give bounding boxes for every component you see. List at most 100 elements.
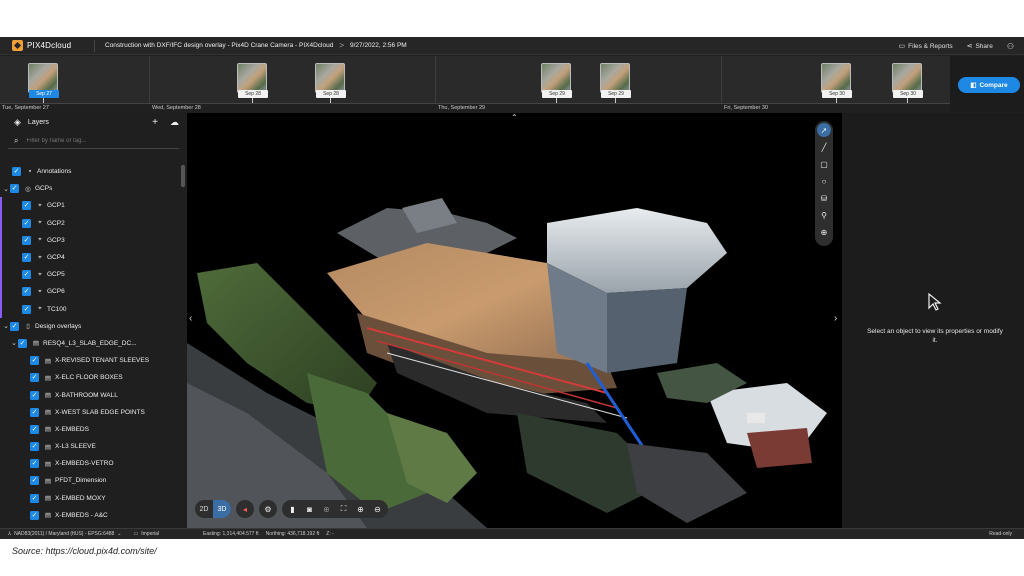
layer-checkbox[interactable]: ✓ xyxy=(30,424,39,434)
volume-tool-icon[interactable]: ⛁ xyxy=(817,191,831,205)
circle-tool-icon[interactable]: ○ xyxy=(817,174,831,188)
layer-filter-input[interactable] xyxy=(26,137,167,144)
line-tool-icon[interactable]: ╱ xyxy=(817,140,831,154)
layer-row-dxf[interactable]: ✓ ▤ X-EMBEDS xyxy=(0,421,180,438)
layer-checkbox[interactable]: ✓ xyxy=(10,321,19,331)
top-actions: ▭ Files & Reports ⋖ Share ⚇ xyxy=(899,37,1014,55)
target-tool-icon[interactable]: ⊕ xyxy=(817,225,831,239)
compass-icon[interactable]: ◂ xyxy=(236,500,254,518)
layer-checkbox[interactable]: ✓ xyxy=(22,235,31,245)
3d-viewer[interactable]: ⌃ ‹ › ➚ ╱ ▢ ○ ⛁ ⚲ ⊕ 2D 3D ◂ ⚙ ▮ ◙ ⊕ ⛶ ⊕ xyxy=(187,113,842,528)
timeline-thumb[interactable]: Sep 29 xyxy=(541,63,572,98)
layer-row-design-overlays[interactable]: ⌄ ✓ ▯ Design overlays xyxy=(0,318,180,335)
chevron-down-icon: ⌄ xyxy=(117,531,122,537)
gcp-point-icon: ⌖ xyxy=(38,219,42,227)
layer-row-dxf[interactable]: ✓ ▤ X-WEST SLAB EDGE POINTS xyxy=(0,404,180,421)
fit-view-icon[interactable]: ⛶ xyxy=(336,504,351,514)
cloud-upload-icon[interactable]: ☁ xyxy=(170,117,179,128)
status-bar: ⅄ NAD83(2011) / Maryland (ftUS) - EPSG:6… xyxy=(0,528,1024,539)
camera-icon[interactable]: ◙ xyxy=(302,505,317,514)
layer-checkbox[interactable]: ✓ xyxy=(22,287,31,297)
bookmark-icon[interactable]: ▮ xyxy=(285,505,300,514)
sidebar-scrollbar[interactable] xyxy=(181,165,185,187)
layer-label: TC100 xyxy=(47,305,67,313)
layer-checkbox[interactable]: ✓ xyxy=(30,442,39,452)
timeline-thumb[interactable]: Sep 28 xyxy=(237,63,268,98)
layer-row-gcp[interactable]: ✓ ⌖ GCP4 xyxy=(0,248,180,267)
layer-checkbox[interactable]: ✓ xyxy=(22,270,31,280)
group-bar xyxy=(0,248,2,267)
view-2d-button[interactable]: 2D xyxy=(195,500,213,518)
chevron-right-icon[interactable]: › xyxy=(834,313,837,324)
layer-row-dxf[interactable]: ✓ ▤ X-EMBEDS-VETRO xyxy=(0,455,180,472)
layer-row-dxf[interactable]: ✓ ▤ X-EMBED MOXY xyxy=(0,490,180,507)
layers-sidebar: ◈ Layers + ☁ ⌕ ✓ ▪ Annotations ⌄ ✓ ◎ GCP… xyxy=(0,113,187,528)
zoom-in-icon[interactable]: ⊕ xyxy=(353,505,368,514)
layer-checkbox[interactable]: ✓ xyxy=(30,493,39,503)
layer-row-design-file[interactable]: ⌄ ✓ ▤ RESQ4_L3_SLAB_EDGE_DC... xyxy=(0,335,180,352)
layer-label: RESQ4_L3_SLAB_EDGE_DC... xyxy=(43,339,137,347)
marker-tool-icon[interactable]: ⚲ xyxy=(817,208,831,222)
layer-checkbox[interactable]: ✓ xyxy=(30,373,39,383)
layer-checkbox[interactable]: ✓ xyxy=(22,201,31,211)
layer-row-dxf[interactable]: ✓ ▤ X-EMBEDS - A&C xyxy=(0,507,180,524)
compare-button[interactable]: ◧ Compare xyxy=(958,77,1020,93)
layer-checkbox[interactable]: ✓ xyxy=(30,510,39,520)
layer-row-gcp[interactable]: ✓ ⌖ GCP2 xyxy=(0,214,180,232)
settings-icon[interactable]: ⚙ xyxy=(259,500,277,518)
chevron-left-icon[interactable]: ‹ xyxy=(189,313,192,324)
timeline-thumb[interactable]: Sep 27 xyxy=(28,63,59,98)
layer-row-gcp[interactable]: ✓ ⌖ GCP1 xyxy=(0,197,180,215)
layer-checkbox[interactable]: ✓ xyxy=(22,304,31,314)
layer-row-dxf[interactable]: ✓ ▤ X-L3 SLEEVE xyxy=(0,438,180,455)
chevron-down-icon[interactable]: ⌄ xyxy=(10,339,18,347)
collapse-timeline-icon[interactable]: ⌃ xyxy=(511,113,518,122)
layer-row-gcps[interactable]: ⌄ ✓ ◎ GCPs xyxy=(0,180,180,197)
dataset-datetime[interactable]: 9/27/2022, 2:56 PM xyxy=(350,42,407,49)
layer-checkbox[interactable]: ✓ xyxy=(30,476,39,486)
layer-checkbox[interactable]: ✓ xyxy=(12,167,21,177)
chevron-down-icon[interactable]: ⌄ xyxy=(2,322,10,330)
layer-row-gcp[interactable]: ✓ ⌖ TC100 xyxy=(0,300,180,318)
account-button[interactable]: ⚇ xyxy=(1007,42,1014,51)
layer-row-dxf[interactable]: ✓ ▤ X-ELC FLOOR BOXES xyxy=(0,369,180,386)
layer-row-gcp[interactable]: ✓ ⌖ GCP5 xyxy=(0,266,180,284)
layer-checkbox[interactable]: ✓ xyxy=(22,218,31,228)
layer-row-dxf[interactable]: ✓ ▤ X-BATHROOM WALL xyxy=(0,386,180,403)
chevron-down-icon[interactable]: ⌄ xyxy=(2,185,10,193)
layer-row-gcp[interactable]: ✓ ⌖ GCP3 xyxy=(0,231,180,249)
project-title[interactable]: Construction with DXF/IFC design overlay… xyxy=(105,42,333,49)
layer-checkbox[interactable]: ✓ xyxy=(30,459,39,469)
units-selector[interactable]: ▭ Imperial xyxy=(134,531,160,537)
group-bar xyxy=(0,231,2,249)
northing-value: Northing: 436,718.192 ft xyxy=(265,531,320,537)
top-bar: PIX4Dcloud Construction with DXF/IFC des… xyxy=(0,37,1024,55)
timeline-thumb[interactable]: Sep 28 xyxy=(315,63,346,98)
layer-checkbox[interactable]: ✓ xyxy=(30,407,39,417)
crosshair-icon[interactable]: ⊕ xyxy=(319,505,334,514)
add-layer-icon[interactable]: + xyxy=(152,117,158,128)
layer-row-dxf[interactable]: ✓ ▤ PFDT_Dimension xyxy=(0,472,180,489)
brand-logo[interactable]: PIX4Dcloud xyxy=(0,39,95,52)
view-3d-button[interactable]: 3D xyxy=(213,500,231,518)
layer-row-annotations[interactable]: ✓ ▪ Annotations xyxy=(0,163,180,180)
polygon-tool-icon[interactable]: ▢ xyxy=(817,157,831,171)
timeline-day-2 xyxy=(150,56,436,103)
select-tool-icon[interactable]: ➚ xyxy=(817,123,831,137)
files-reports-button[interactable]: ▭ Files & Reports xyxy=(899,42,953,50)
point-cloud-render xyxy=(187,113,842,528)
layer-checkbox[interactable]: ✓ xyxy=(30,390,39,400)
layer-checkbox[interactable]: ✓ xyxy=(18,338,27,348)
zoom-out-icon[interactable]: ⊖ xyxy=(370,505,385,514)
layer-checkbox[interactable]: ✓ xyxy=(22,253,31,263)
share-button[interactable]: ⋖ Share xyxy=(967,42,993,50)
timeline-thumb[interactable]: Sep 30 xyxy=(892,63,923,98)
layer-checkbox[interactable]: ✓ xyxy=(30,356,39,366)
layer-row-dxf[interactable]: ✓ ▤ X-REVISED TENANT SLEEVES xyxy=(0,352,180,369)
layer-row-gcp[interactable]: ✓ ⌖ GCP6 xyxy=(0,283,180,301)
timeline-thumb[interactable]: Sep 30 xyxy=(821,63,852,98)
layer-checkbox[interactable]: ✓ xyxy=(10,184,19,194)
timeline-date: Tue, September 27 xyxy=(2,105,49,111)
timeline-thumb[interactable]: Sep 29 xyxy=(600,63,631,98)
crs-selector[interactable]: ⅄ NAD83(2011) / Maryland (ftUS) - EPSG:6… xyxy=(8,531,122,537)
